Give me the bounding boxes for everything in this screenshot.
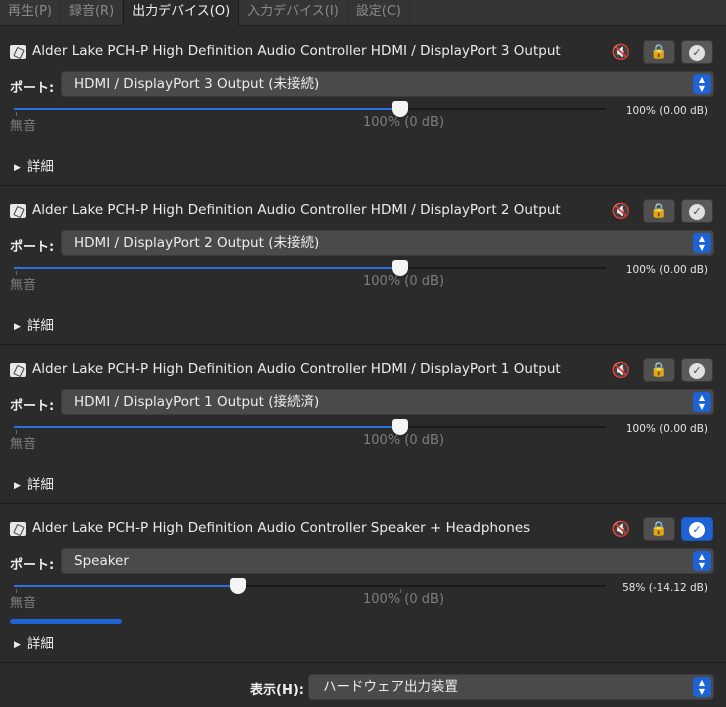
device-name: Alder Lake PCH-P High Definition Audio C… (32, 43, 561, 59)
details-expander[interactable]: ▶ 詳細 (14, 473, 54, 493)
device-name: Alder Lake PCH-P High Definition Audio C… (32, 520, 531, 536)
tab-playback[interactable]: 再生(P) (0, 0, 61, 26)
volume-readout: 100% (0.00 dB) (625, 264, 708, 276)
output-device: Alder Lake PCH-P High Definition Audio C… (0, 504, 726, 663)
lock-channels-button[interactable]: 🔒 (643, 199, 675, 223)
volume-slider-fill (14, 108, 400, 110)
disclosure-triangle-icon: ▶ (14, 640, 21, 650)
lock-icon: 🔒 (650, 44, 668, 60)
check-circle-icon: ✓ (689, 204, 705, 220)
details-label: 詳細 (26, 159, 54, 175)
dropdown-arrows-icon: ▲ ▼ (693, 551, 711, 571)
port-value: HDMI / DisplayPort 1 Output (接続済) (74, 394, 320, 410)
volume-readout: 100% (0.00 dB) (625, 105, 708, 117)
set-default-button[interactable]: ✓ (681, 358, 713, 382)
output-device: Alder Lake PCH-P High Definition Audio C… (0, 345, 726, 504)
port-value: Speaker (74, 553, 129, 569)
dropdown-arrows-icon: ▲ ▼ (693, 392, 711, 412)
speaker-mute-icon[interactable]: 🔇 (610, 519, 632, 539)
check-circle-icon: ✓ (689, 522, 705, 538)
check-circle-icon: ✓ (689, 363, 705, 379)
device-name: Alder Lake PCH-P High Definition Audio C… (32, 202, 561, 218)
volume-readout: 58% (-14.12 dB) (622, 582, 708, 594)
speaker-device-icon (10, 522, 26, 536)
volume-slider[interactable] (14, 267, 606, 269)
volume-readout: 100% (0.00 dB) (625, 423, 708, 435)
set-default-button[interactable]: ✓ (681, 517, 713, 541)
speaker-mute-icon[interactable]: 🔇 (610, 42, 632, 62)
port-label: ポート: (10, 240, 55, 255)
output-device: Alder Lake PCH-P High Definition Audio C… (0, 27, 726, 186)
port-label: ポート: (10, 399, 55, 414)
volume-slider-fill (14, 426, 400, 428)
port-value: HDMI / DisplayPort 3 Output (未接続) (74, 76, 320, 92)
lock-channels-button[interactable]: 🔒 (643, 358, 675, 382)
lock-icon: 🔒 (650, 521, 668, 537)
lock-channels-button[interactable]: 🔒 (643, 517, 675, 541)
port-label: ポート: (10, 558, 55, 573)
port-value: HDMI / DisplayPort 2 Output (未接続) (74, 235, 320, 251)
volume-slider[interactable] (14, 426, 606, 428)
show-filter-label: 表示(H): (250, 683, 304, 698)
port-label: ポート: (10, 81, 55, 96)
slider-label-base: 100% (0 dB) (363, 433, 445, 448)
lock-icon: 🔒 (650, 203, 668, 219)
disclosure-triangle-icon: ▶ (14, 163, 21, 173)
slider-label-mute: 無音 (10, 278, 37, 293)
volume-slider[interactable] (14, 585, 606, 587)
port-select[interactable]: Speaker ▲ ▼ (61, 548, 714, 574)
slider-label-base: 100% (0 dB) (363, 274, 445, 289)
tab-input-devices[interactable]: 入力デバイス(I) (239, 0, 348, 26)
dropdown-arrows-icon: ▲ ▼ (693, 233, 711, 253)
details-label: 詳細 (26, 636, 54, 652)
show-filter-select[interactable]: ハードウェア出力装置 ▲ ▼ (308, 674, 714, 700)
speaker-device-icon (10, 45, 26, 59)
disclosure-triangle-icon: ▶ (14, 481, 21, 491)
details-expander[interactable]: ▶ 詳細 (14, 632, 54, 652)
slider-label-mute: 無音 (10, 437, 37, 452)
port-select[interactable]: HDMI / DisplayPort 1 Output (接続済) ▲ ▼ (61, 389, 714, 415)
slider-label-base: 100% (0 dB) (363, 115, 445, 130)
check-circle-icon: ✓ (689, 45, 705, 61)
show-filter-value: ハードウェア出力装置 (323, 679, 458, 695)
speaker-device-icon (10, 363, 26, 377)
set-default-button[interactable]: ✓ (681, 199, 713, 223)
slider-label-mute: 無音 (10, 596, 37, 611)
dropdown-arrows-icon: ▲ ▼ (693, 677, 711, 697)
volume-slider-thumb[interactable] (229, 578, 246, 594)
device-name: Alder Lake PCH-P High Definition Audio C… (32, 361, 561, 377)
lock-icon: 🔒 (650, 362, 668, 378)
speaker-mute-icon[interactable]: 🔇 (610, 201, 632, 221)
details-expander[interactable]: ▶ 詳細 (14, 314, 54, 334)
peak-level-meter (10, 619, 122, 624)
details-expander[interactable]: ▶ 詳細 (14, 155, 54, 175)
set-default-button[interactable]: ✓ (681, 40, 713, 64)
port-select[interactable]: HDMI / DisplayPort 3 Output (未接続) ▲ ▼ (61, 71, 714, 97)
tab-configuration[interactable]: 設定(C) (348, 0, 410, 26)
lock-channels-button[interactable]: 🔒 (643, 40, 675, 64)
tab-output-devices[interactable]: 出力デバイス(O) (123, 0, 240, 26)
volume-slider[interactable] (14, 108, 606, 110)
tab-bar: 再生(P) 録音(R) 出力デバイス(O) 入力デバイス(I) 設定(C) (0, 0, 726, 26)
tab-recording[interactable]: 録音(R) (61, 0, 124, 26)
slider-label-mute: 無音 (10, 119, 37, 134)
disclosure-triangle-icon: ▶ (14, 322, 21, 332)
details-label: 詳細 (26, 477, 54, 493)
slider-label-base: 100% (0 dB) (363, 592, 445, 607)
port-select[interactable]: HDMI / DisplayPort 2 Output (未接続) ▲ ▼ (61, 230, 714, 256)
dropdown-arrows-icon: ▲ ▼ (693, 74, 711, 94)
output-device: Alder Lake PCH-P High Definition Audio C… (0, 186, 726, 345)
details-label: 詳細 (26, 318, 54, 334)
speaker-mute-icon[interactable]: 🔇 (610, 360, 632, 380)
speaker-device-icon (10, 204, 26, 218)
volume-slider-fill (14, 267, 400, 269)
volume-slider-fill (14, 585, 238, 587)
